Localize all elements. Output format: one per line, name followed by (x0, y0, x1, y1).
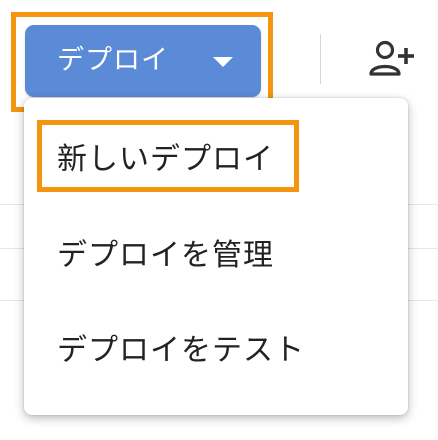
menu-item-label: デプロイを管理 (57, 238, 274, 273)
person-add-icon[interactable] (368, 40, 418, 80)
menu-item-manage-deployments[interactable]: デプロイを管理 (24, 218, 408, 298)
menu-item-label: 新しいデプロイ (57, 142, 274, 177)
toolbar-divider (320, 34, 321, 84)
menu-item-test-deployments[interactable]: デプロイをテスト (24, 313, 408, 393)
menu-item-label: デプロイをテスト (57, 333, 305, 368)
deploy-button-label: デプロイ (57, 45, 169, 76)
app-viewport: デプロイ 新しいデプロイ デプロイを管理 デプロイをテスト (0, 0, 438, 440)
deploy-button[interactable]: デプロイ (25, 25, 261, 97)
caret-down-icon (213, 57, 233, 67)
menu-item-new-deployment[interactable]: 新しいデプロイ (24, 118, 408, 198)
deploy-dropdown-menu: 新しいデプロイ デプロイを管理 デプロイをテスト (24, 98, 408, 415)
